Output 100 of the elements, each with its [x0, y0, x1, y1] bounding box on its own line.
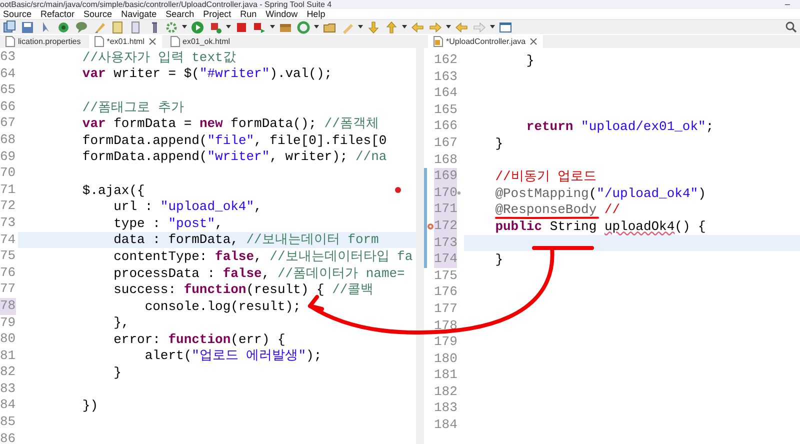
menu-item[interactable]: Help — [306, 8, 326, 20]
line-number: 79 — [0, 314, 16, 332]
line-number: 179 — [434, 334, 458, 351]
line-number: 78 — [0, 298, 16, 314]
menu-item[interactable]: Refactor — [40, 8, 75, 20]
close-icon[interactable] — [148, 37, 156, 46]
down-arrow-icon[interactable] — [366, 20, 381, 34]
caret-icon — [182, 25, 187, 29]
window-icon[interactable] — [498, 20, 513, 34]
minimize-button[interactable]: – — [774, 0, 800, 9]
code-line: type : "post", — [114, 216, 223, 230]
editor-tab[interactable]: *UploadController.java — [428, 35, 543, 48]
line-number: 86 — [0, 430, 16, 444]
editor-tab[interactable]: ex01_ok.html — [164, 35, 236, 48]
line-number: 176 — [434, 284, 458, 301]
line-number: 74 — [0, 232, 16, 248]
line-number: 177 — [434, 300, 458, 318]
line-number: 166 — [434, 118, 458, 135]
line-number: 80 — [0, 331, 16, 348]
line-number: 173 — [434, 234, 458, 252]
code-line: contentType: false, //보내는데이터타입 fa — [114, 250, 413, 263]
line-number: 167 — [434, 134, 458, 152]
right-arrow-icon[interactable] — [428, 20, 443, 34]
code-line: $.ajax({ — [82, 184, 145, 197]
line-number: 64 — [0, 66, 16, 82]
chat-icon[interactable] — [74, 20, 89, 34]
editor-tab[interactable]: *ex01.html — [88, 35, 162, 48]
line-number: 77 — [0, 281, 16, 298]
left-arrow-icon[interactable] — [454, 20, 469, 34]
close-icon[interactable] — [528, 37, 538, 46]
line-number: 178 — [434, 318, 458, 334]
menu-item[interactable]: Project — [203, 8, 232, 20]
line-number: 175 — [434, 268, 458, 284]
line-number: 169 — [434, 168, 458, 185]
caret-icon — [314, 25, 319, 29]
line-number: 70 — [0, 165, 16, 182]
line-number: 83 — [0, 380, 16, 398]
line-number: 82 — [0, 364, 16, 381]
line-number: 162 — [434, 52, 458, 69]
line-number: 76 — [0, 264, 16, 282]
menu-item[interactable]: Run — [240, 8, 257, 20]
line-number: 66 — [0, 98, 16, 116]
line-number: 171 — [434, 201, 458, 218]
caret-icon — [270, 25, 275, 29]
code-line: formData.append("file", file[0].files[0 — [82, 134, 387, 147]
code-line: } — [495, 252, 504, 266]
code-line: url : "upload_ok4", — [114, 200, 262, 214]
caret-icon — [226, 25, 231, 29]
menu-item[interactable]: Source — [3, 8, 32, 20]
right-arrow-icon[interactable] — [472, 20, 487, 34]
caret-icon — [490, 25, 495, 29]
code-line: public String uploadOk4() { — [495, 220, 706, 233]
menu-item[interactable]: Source — [84, 8, 112, 20]
menu-item[interactable]: Window — [266, 8, 298, 20]
code-line: }, — [114, 316, 130, 330]
line-number: 174 — [434, 251, 458, 268]
window-title: ootBasic/src/main/java/com/simple/basic/controller/UploadController.java - Spring Tool Suite 4 — [0, 0, 332, 9]
left-arrow-icon[interactable] — [410, 20, 425, 34]
editor-tab[interactable]: lication.properties — [0, 35, 86, 48]
code-line: error: function(err) { — [114, 332, 286, 346]
line-number: 168 — [434, 152, 458, 168]
search-icon[interactable] — [785, 21, 797, 33]
up-arrow-icon[interactable] — [384, 20, 399, 34]
line-number: 65 — [0, 82, 16, 99]
line-number: 164 — [434, 85, 458, 102]
line-number: 182 — [434, 384, 458, 400]
code-line: //폼태그로 추가 — [82, 100, 184, 114]
caret-icon — [358, 25, 363, 29]
play-icon[interactable] — [190, 20, 205, 34]
code-line: }) — [82, 399, 98, 412]
caret-icon — [446, 25, 451, 29]
line-number: 72 — [0, 198, 16, 215]
code-line: //사용자가 입력 text값 — [82, 50, 236, 64]
code-line: processData : false, //폼데이터가 name= — [114, 266, 405, 280]
copy-icon[interactable] — [2, 20, 17, 34]
menu-item[interactable]: Navigate — [121, 8, 157, 20]
line-number: 180 — [434, 350, 458, 368]
code-line: data : formData, //보내는데이터 form — [114, 233, 379, 246]
line-number: 71 — [0, 182, 16, 198]
code-line: @ResponseBody // — [495, 203, 620, 216]
line-number: 69 — [0, 148, 16, 166]
code-line: formData.append("writer", writer); //na — [82, 150, 387, 164]
line-number: 63 — [0, 49, 16, 66]
line-number: 170 — [434, 184, 458, 202]
code-line: return "upload/ex01_ok"; — [526, 120, 714, 134]
line-number: 181 — [434, 367, 458, 384]
code-line: } — [526, 54, 534, 67]
code-line: //비동기 업로드 — [495, 170, 597, 183]
code-line: success: function(result) { //콜백 — [114, 283, 374, 296]
line-number: 163 — [434, 68, 458, 86]
caret-icon — [402, 25, 407, 29]
code-line: @PostMapping("/upload_ok4") — [495, 186, 706, 200]
line-number: 85 — [0, 414, 16, 431]
line-number: 184 — [434, 417, 458, 434]
line-number: 84 — [0, 397, 16, 414]
line-number: 68 — [0, 132, 16, 149]
menu-item[interactable]: Search — [166, 8, 194, 20]
code-line: var formData = new formData(); //폼객체 — [82, 117, 379, 130]
line-number: 67 — [0, 115, 16, 132]
code-line: var writer = $("#writer").val(); — [82, 67, 332, 80]
